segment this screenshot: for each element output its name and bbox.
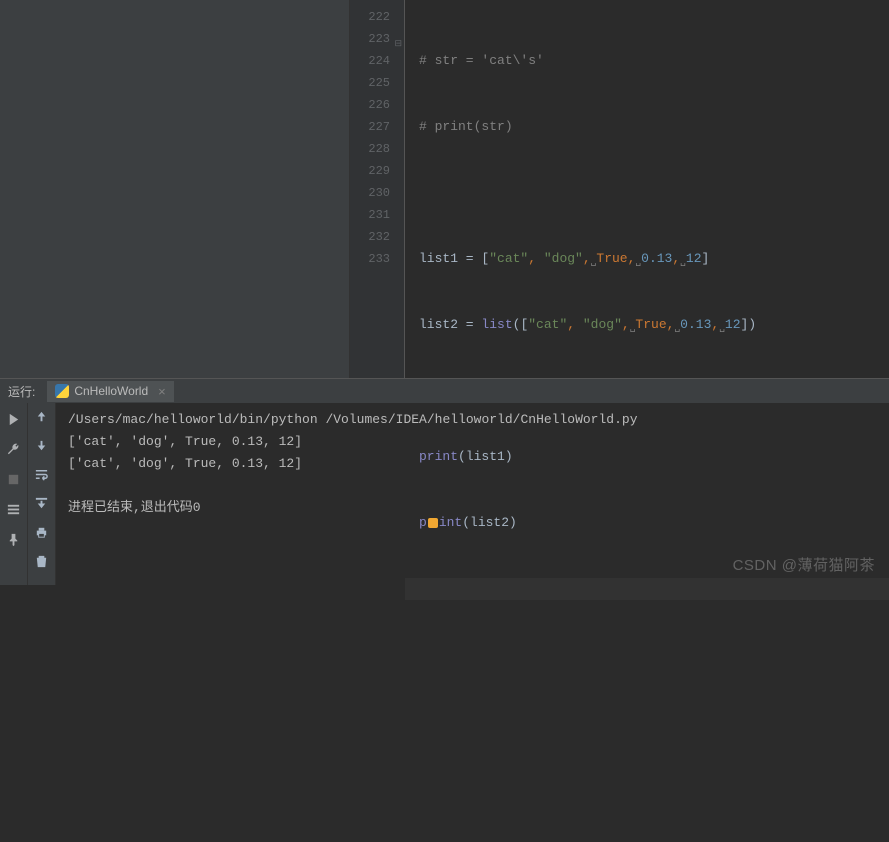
run-tab-label: CnHelloWorld [74, 384, 148, 398]
line-number: 232 [350, 226, 404, 248]
line-number: 226 [350, 94, 404, 116]
run-toolbar-right [28, 403, 56, 585]
trash-icon[interactable] [34, 554, 49, 573]
down-arrow-icon[interactable] [34, 438, 49, 457]
stop-button[interactable] [4, 469, 24, 489]
run-toolbar-left [0, 403, 28, 585]
wrench-icon[interactable] [4, 439, 24, 459]
line-number: 230 [350, 182, 404, 204]
line-number: 227 [350, 116, 404, 138]
line-number: 228 [350, 138, 404, 160]
up-arrow-icon[interactable] [34, 409, 49, 428]
scroll-to-end-icon[interactable] [34, 496, 49, 515]
run-label: 运行: [8, 383, 35, 400]
line-number: 231 [350, 204, 404, 226]
soft-wrap-icon[interactable] [34, 467, 49, 486]
current-line [405, 578, 889, 600]
watermark: CSDN @薄荷猫阿茶 [733, 554, 875, 575]
print-icon[interactable] [34, 525, 49, 544]
editor-area: 222 223⊟ 224 225 226 227 228 229 230 231… [350, 0, 889, 378]
line-number: 229 [350, 160, 404, 182]
code-editor[interactable]: # str = 'cat\'s' # print(str) list1 = ["… [404, 0, 889, 378]
line-number: 223⊟ [350, 28, 404, 50]
line-number: 224 [350, 50, 404, 72]
rerun-button[interactable] [4, 409, 24, 429]
layout-icon[interactable] [4, 499, 24, 519]
line-number: 233 [350, 248, 404, 270]
intention-bulb-icon[interactable] [428, 518, 438, 528]
pin-icon[interactable] [4, 529, 24, 549]
line-number: 222 [350, 6, 404, 28]
comment: # print(str) [419, 119, 513, 134]
python-icon [55, 384, 69, 398]
close-icon[interactable]: × [158, 384, 166, 399]
line-number: 225 [350, 72, 404, 94]
run-tab[interactable]: CnHelloWorld × [47, 381, 173, 402]
project-sidebar [0, 0, 350, 378]
top-panel: 222 223⊟ 224 225 226 227 228 229 230 231… [0, 0, 889, 378]
line-number-gutter: 222 223⊟ 224 225 226 227 228 229 230 231… [350, 0, 404, 378]
comment: # str = 'cat\'s' [419, 53, 544, 68]
